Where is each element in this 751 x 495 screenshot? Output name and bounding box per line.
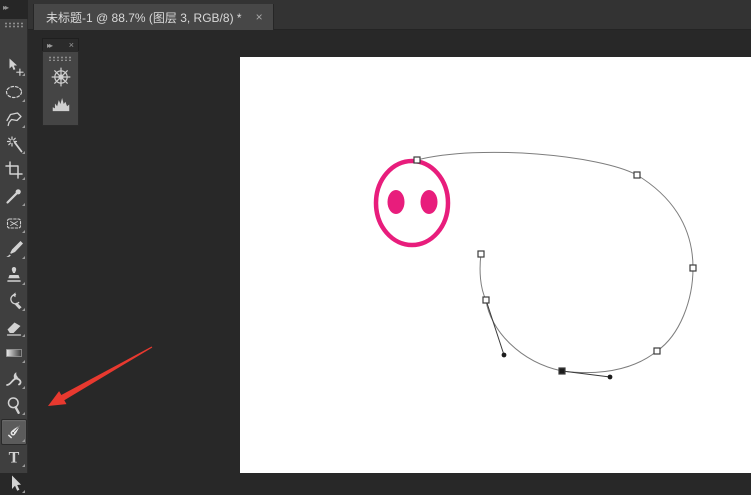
crop-tool[interactable] [2, 158, 26, 182]
pen-tool-icon [4, 422, 24, 442]
lasso-tool-icon [4, 108, 24, 128]
eraser-tool-icon [4, 317, 24, 337]
history-brush-icon [4, 291, 24, 311]
smudge-tool-icon [4, 369, 24, 389]
smudge-tool[interactable] [2, 367, 26, 391]
eyedropper-tool[interactable] [2, 184, 26, 208]
tab-close-icon[interactable]: × [256, 11, 263, 23]
document-tab[interactable]: 未标题-1 @ 88.7% (图层 3, RGB/8) * × [33, 4, 274, 30]
history-brush-tool[interactable] [2, 289, 26, 313]
pen-tool[interactable] [1, 419, 27, 445]
brush-tool-icon [4, 239, 24, 259]
toolbar-header: ▸▸ [0, 0, 28, 19]
brush-tool[interactable] [2, 237, 26, 261]
tools-panel: T [0, 19, 28, 493]
clone-stamp-icon [4, 265, 24, 285]
move-tool[interactable] [2, 54, 26, 78]
toolbar-collapse-icon[interactable]: ▸▸ [3, 3, 9, 12]
annotation-arrow-to-pen-tool [48, 346, 153, 406]
svg-text:T: T [9, 450, 20, 467]
panel-dock-body [42, 51, 79, 126]
document-tab-title: 未标题-1 @ 88.7% (图层 3, RGB/8) * [46, 10, 242, 25]
patch-tool[interactable] [2, 211, 26, 235]
ship-wheel-icon [50, 66, 72, 93]
document-tab-bar: 未标题-1 @ 88.7% (图层 3, RGB/8) * × [28, 0, 751, 30]
document-canvas[interactable] [240, 57, 751, 473]
magic-wand-tool[interactable] [2, 132, 26, 156]
panel-dock-header: ▸▸ × [42, 38, 79, 51]
type-tool-icon: T [4, 447, 24, 467]
eyedropper-icon [4, 186, 24, 206]
histogram-panel-button[interactable] [47, 93, 75, 119]
move-tool-icon [4, 56, 24, 76]
elliptical-marquee-icon [4, 82, 24, 102]
histogram-icon [50, 93, 72, 120]
panel-dock-grip[interactable] [48, 56, 73, 61]
toolbar-grip[interactable] [4, 22, 23, 28]
path-select-tool[interactable] [2, 471, 26, 495]
panel-expand-icon[interactable]: ▸▸ [47, 41, 53, 50]
wheel-panel-button[interactable] [47, 66, 75, 92]
patch-tool-icon [4, 213, 24, 233]
marquee-tool[interactable] [2, 80, 26, 104]
dodge-tool[interactable] [2, 393, 26, 417]
panel-close-icon[interactable]: × [69, 40, 74, 50]
gradient-tool[interactable] [2, 341, 26, 365]
crop-tool-icon [4, 160, 24, 180]
magic-wand-icon [4, 134, 24, 154]
clone-stamp-tool[interactable] [2, 263, 26, 287]
eraser-tool[interactable] [2, 315, 26, 339]
lasso-tool[interactable] [2, 106, 26, 130]
dodge-tool-icon [4, 395, 24, 415]
gradient-tool-icon [4, 343, 24, 363]
path-selection-icon [4, 473, 24, 493]
type-tool[interactable]: T [2, 445, 26, 469]
panel-dock: ▸▸ × [42, 38, 79, 126]
